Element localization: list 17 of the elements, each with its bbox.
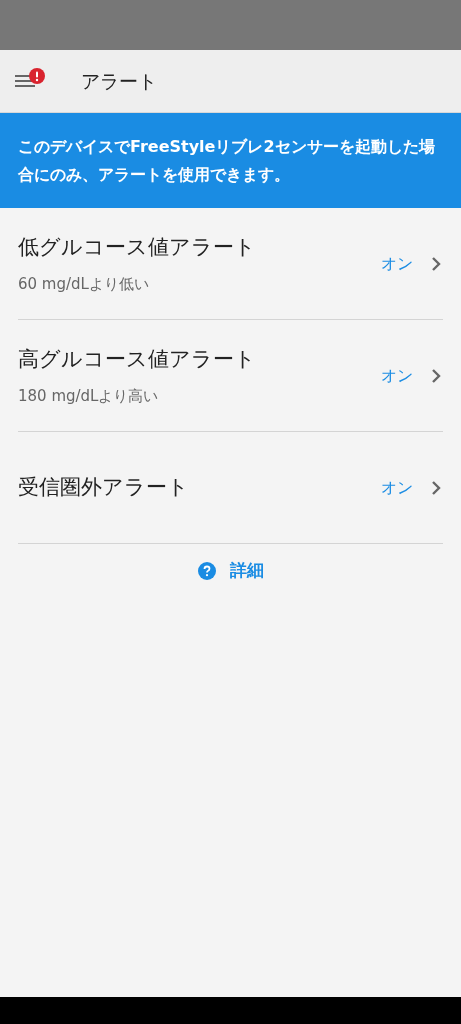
chevron-right-icon [431, 479, 441, 496]
alert-setting-row[interactable]: 低グルコース値アラート 60 mg/dLより低い オン [18, 208, 443, 319]
alert-title: 受信圏外アラート [18, 473, 190, 501]
alert-setting-row[interactable]: 高グルコース値アラート 180 mg/dLより高い オン [18, 320, 443, 431]
screen-title: アラート [81, 68, 157, 94]
chevron-right-icon [431, 255, 441, 272]
alert-setting-row[interactable]: 受信圏外アラート オン [18, 432, 443, 543]
help-icon [197, 561, 216, 580]
alert-status: オン [381, 364, 413, 387]
alert-threshold: 180 mg/dLより高い [18, 386, 160, 407]
info-banner: このデバイスでFreeStyleリブレ2センサーを起動した場合にのみ、アラートを使用できます。 [0, 113, 461, 208]
chevron-right-icon [431, 367, 441, 384]
alert-title: 低グルコース値アラート [18, 233, 257, 261]
alert-status: オン [381, 476, 413, 499]
alert-threshold: 60 mg/dLより低い [18, 274, 150, 295]
alert-title: 高グルコース値アラート [18, 345, 257, 373]
alert-status: オン [381, 252, 413, 275]
